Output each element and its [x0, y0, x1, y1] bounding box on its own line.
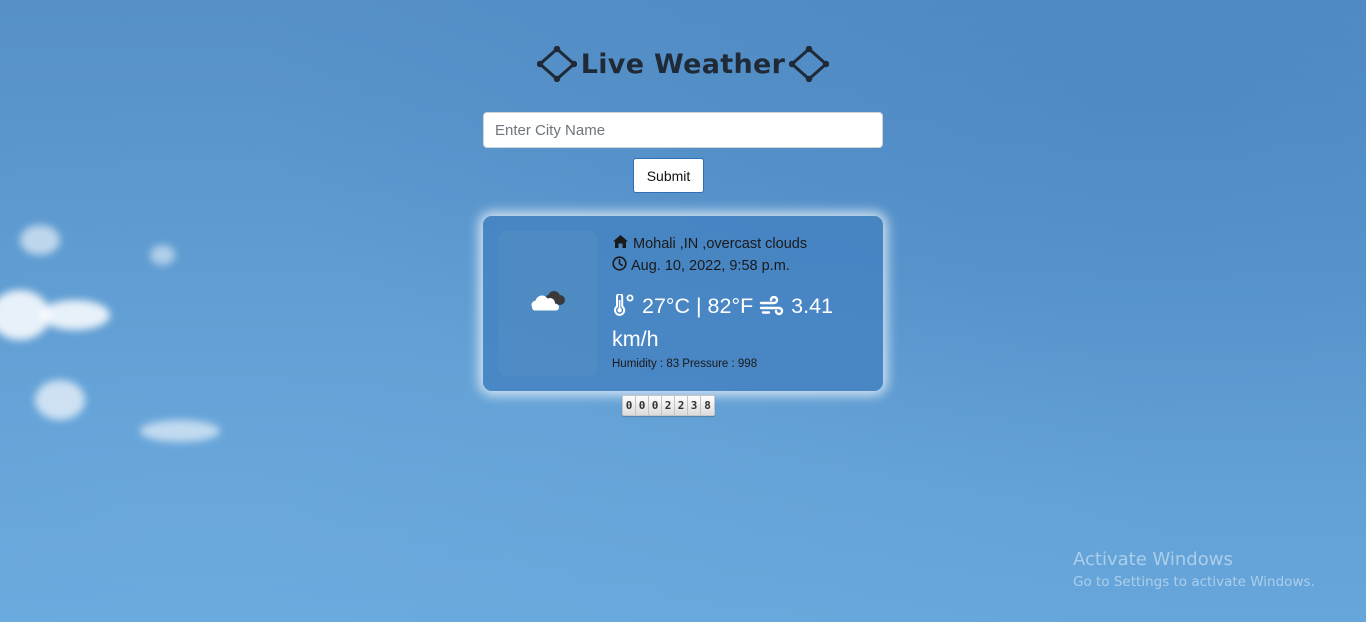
cloud-decoration	[35, 380, 85, 420]
cloud-decoration	[20, 225, 60, 255]
datetime-text: Aug. 10, 2022, 9:58 p.m.	[631, 257, 790, 274]
page-title: Live Weather	[0, 46, 1366, 89]
cloud-decoration	[40, 300, 110, 330]
clock-icon	[612, 256, 627, 275]
location-row: Mohali ,IN ,overcast clouds	[612, 233, 872, 254]
watermark-title: Activate Windows	[1073, 549, 1233, 570]
counter-digit: 0	[649, 396, 662, 415]
location-text: Mohali ,IN ,overcast clouds	[633, 235, 808, 252]
datetime-row: Aug. 10, 2022, 9:58 p.m.	[612, 255, 872, 276]
counter-digit: 8	[701, 396, 714, 415]
temperature-text: 27°C | 82°F	[641, 294, 754, 318]
counter-digit: 2	[662, 396, 675, 415]
counter-digit: 2	[675, 396, 688, 415]
counter-digit: 3	[688, 396, 701, 415]
diamond-frame-icon	[789, 46, 830, 82]
weather-card: Mohali ,IN ,overcast clouds Aug. 10, 202…	[483, 216, 883, 391]
diamond-frame-icon	[536, 46, 577, 82]
submit-button[interactable]: Submit	[633, 158, 704, 193]
visitor-counter: 0 0 0 2 2 3 8	[622, 395, 715, 416]
watermark-subtitle: Go to Settings to activate Windows.	[1073, 574, 1315, 590]
city-search-input[interactable]	[483, 112, 883, 148]
weather-icon-box	[498, 231, 597, 376]
wind-icon	[759, 294, 785, 318]
activate-windows-watermark: Activate Windows Go to Settings to activ…	[1073, 548, 1315, 592]
humidity-pressure-text: Humidity : 83 Pressure : 998	[612, 358, 758, 370]
page-title-text: Live Weather	[580, 48, 786, 80]
counter-digit: 0	[623, 396, 636, 415]
home-icon	[612, 234, 629, 253]
counter-digit: 0	[636, 396, 649, 415]
weather-info: Mohali ,IN ,overcast clouds Aug. 10, 202…	[612, 233, 872, 370]
cloud-decoration	[150, 245, 175, 265]
temperature-wind-row: 27°C | 82°F 3.41 km/h	[612, 290, 852, 356]
cloud-decoration	[140, 420, 220, 442]
cloudy-icon	[529, 288, 567, 319]
thermometer-icon	[612, 292, 636, 318]
